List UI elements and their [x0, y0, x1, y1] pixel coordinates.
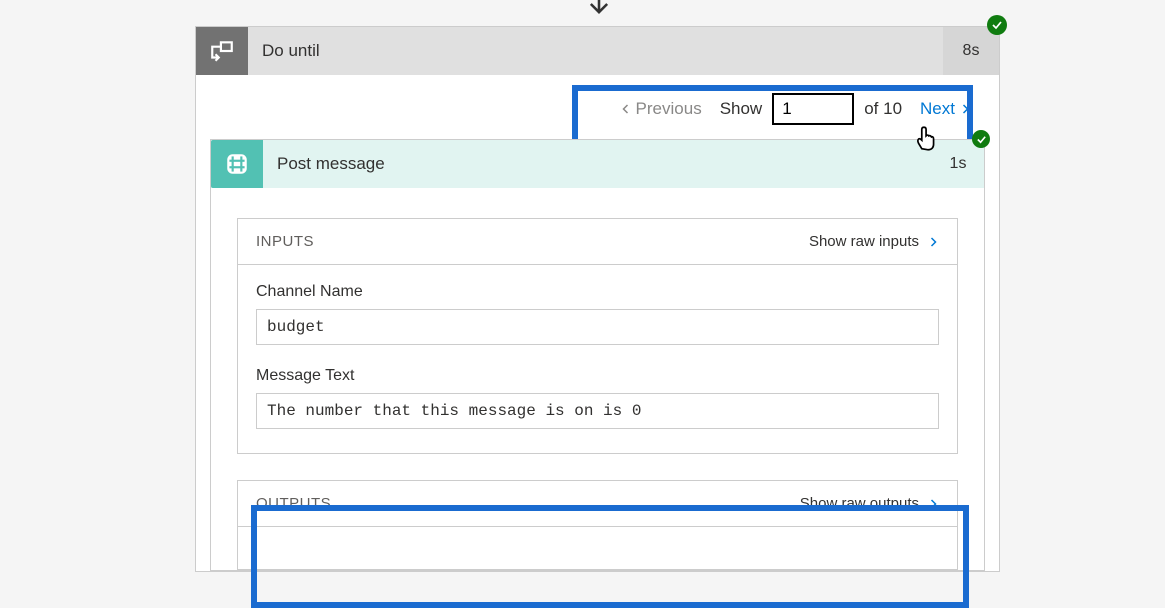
chevron-left-icon	[620, 101, 632, 117]
chevron-right-icon	[927, 234, 939, 250]
do-until-icon	[196, 27, 248, 75]
inputs-body: Channel Name budget Message Text The num…	[238, 265, 957, 453]
next-label: Next	[920, 99, 955, 119]
outputs-header: OUTPUTS Show raw outputs	[238, 481, 957, 527]
slack-hash-icon	[211, 140, 263, 188]
message-text-field: Message Text The number that this messag…	[256, 367, 939, 429]
flow-arrow-down-icon	[585, 0, 613, 23]
message-text-label: Message Text	[256, 367, 939, 385]
next-button[interactable]: Next	[920, 99, 971, 119]
outputs-body	[238, 527, 957, 569]
outputs-section: OUTPUTS Show raw outputs	[237, 480, 958, 570]
previous-button[interactable]: Previous	[620, 99, 702, 119]
outputs-header-title: OUTPUTS	[256, 495, 331, 512]
channel-name-field: Channel Name budget	[256, 283, 939, 345]
chevron-right-icon	[959, 101, 971, 117]
do-until-card: Do until 8s Previous Show of 10 Next	[195, 26, 1000, 572]
inputs-header: INPUTS Show raw inputs	[238, 219, 957, 265]
page-number-input[interactable]	[772, 93, 854, 125]
channel-name-value: budget	[256, 309, 939, 345]
inputs-header-title: INPUTS	[256, 233, 314, 250]
do-until-header[interactable]: Do until 8s	[196, 27, 999, 75]
post-message-duration: 1s	[932, 140, 984, 188]
post-message-header[interactable]: Post message 1s	[211, 140, 984, 188]
success-badge-icon	[972, 130, 990, 148]
chevron-right-icon	[927, 496, 939, 512]
show-page-group: Show of 10	[720, 93, 902, 125]
iteration-pagination: Previous Show of 10 Next	[196, 75, 999, 135]
show-raw-inputs-link[interactable]: Show raw inputs	[809, 233, 939, 250]
show-label: Show	[720, 99, 763, 119]
show-raw-outputs-link[interactable]: Show raw outputs	[800, 495, 939, 512]
previous-label: Previous	[636, 99, 702, 119]
of-total-label: of 10	[864, 99, 902, 119]
show-raw-inputs-label: Show raw inputs	[809, 233, 919, 250]
do-until-duration: 8s	[943, 27, 999, 75]
channel-name-label: Channel Name	[256, 283, 939, 301]
success-badge-icon	[987, 15, 1007, 35]
message-text-value: The number that this message is on is 0	[256, 393, 939, 429]
inputs-section: INPUTS Show raw inputs Channel Name budg…	[237, 218, 958, 454]
show-raw-outputs-label: Show raw outputs	[800, 495, 919, 512]
post-message-card: Post message 1s INPUTS Show raw inputs	[210, 139, 985, 571]
do-until-title: Do until	[248, 41, 943, 61]
post-message-title: Post message	[263, 154, 932, 174]
